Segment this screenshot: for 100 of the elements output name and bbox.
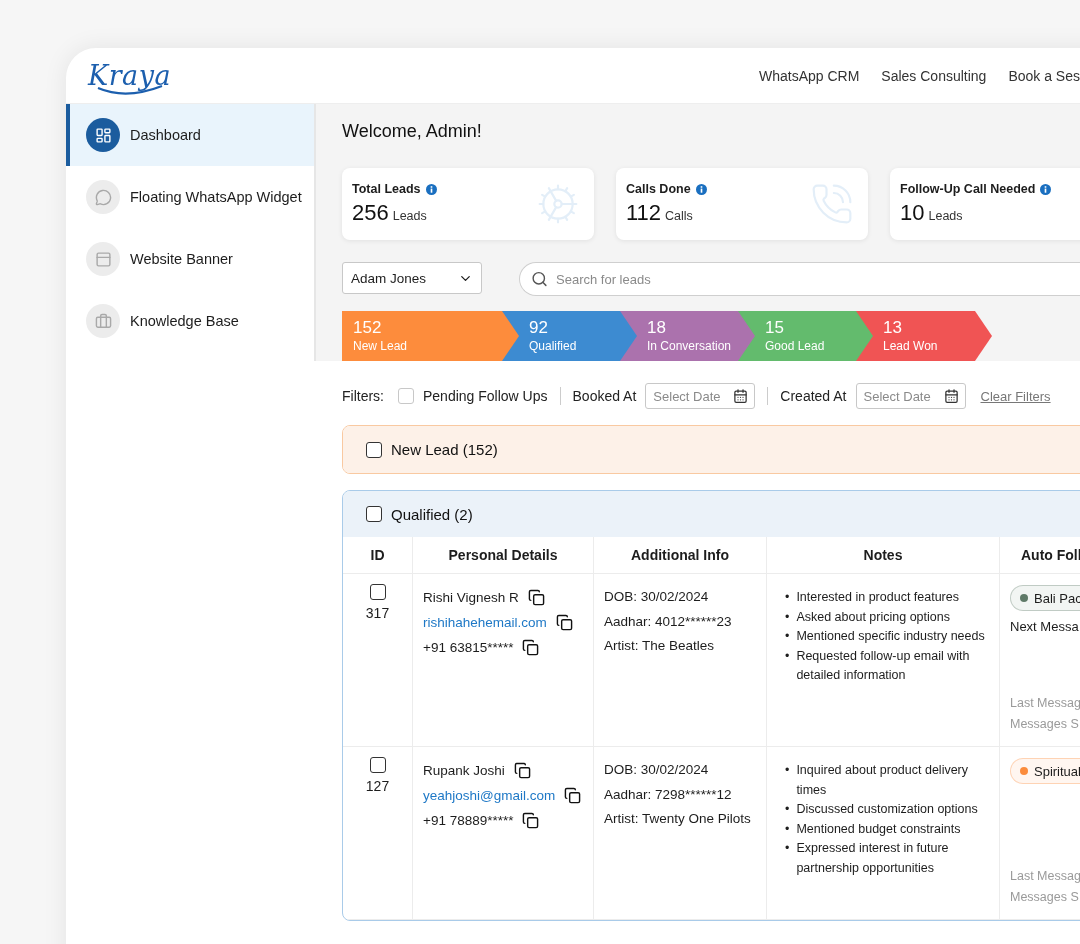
messages-sent-text: Messages S bbox=[1010, 716, 1080, 733]
bullet-mark: • bbox=[785, 820, 790, 838]
filter-label: Pending Follow Ups bbox=[423, 388, 548, 404]
chat-bubble-icon bbox=[94, 188, 112, 206]
phone-icon bbox=[810, 182, 854, 226]
dashboard-icon bbox=[94, 126, 112, 144]
copy-icon[interactable] bbox=[522, 639, 540, 656]
search-field[interactable]: Search for leads bbox=[519, 262, 1080, 296]
copy-icon[interactable] bbox=[513, 762, 531, 779]
phone-number: +91 63815***** bbox=[423, 640, 514, 655]
brand-logo[interactable]: Kraya bbox=[86, 53, 174, 98]
lead-name: Rishi Vignesh R bbox=[423, 590, 519, 605]
stage-label: New Lead bbox=[353, 339, 409, 353]
lead-name: Rupank Joshi bbox=[423, 763, 505, 778]
stat-title: Total Leads bbox=[352, 182, 421, 196]
stat-value: 256 bbox=[352, 200, 389, 226]
sidebar-label: Website Banner bbox=[130, 251, 233, 267]
note-item: Mentioned budget constraints bbox=[796, 820, 961, 838]
stage-label: Good Lead bbox=[765, 339, 826, 353]
date-field[interactable]: Select Date bbox=[645, 383, 756, 409]
copy-icon[interactable] bbox=[555, 614, 573, 631]
info-icon bbox=[695, 183, 707, 195]
stat-title: Follow-Up Call Needed bbox=[900, 182, 1036, 196]
info-text: Aadhar: 7298******12 bbox=[604, 785, 733, 804]
stat-title: Calls Done bbox=[626, 182, 691, 196]
sidebar-label: Knowledge Base bbox=[130, 313, 239, 329]
copy-icon[interactable] bbox=[564, 787, 582, 804]
note-item: Inquired about product delivery times bbox=[796, 762, 970, 799]
calendar-icon bbox=[943, 388, 959, 404]
stage-count: 18 bbox=[647, 318, 667, 338]
note-item: Mentioned specific industry needs bbox=[796, 628, 985, 645]
stage-count: 92 bbox=[529, 318, 549, 338]
column-header: Notes bbox=[767, 537, 1000, 574]
filter-label: Booked At bbox=[572, 388, 637, 404]
group-title: New Lead (152) bbox=[391, 441, 498, 458]
clear-filters-link[interactable]: Clear Filters bbox=[980, 388, 1051, 404]
nav-link[interactable]: Book a Ses bbox=[1008, 67, 1080, 84]
gear-icon bbox=[536, 182, 580, 226]
banner-icon bbox=[94, 250, 112, 268]
note-item: Expressed interest in future partnership opportunities bbox=[796, 840, 950, 877]
filters-label: Filters: bbox=[342, 388, 384, 404]
stat-unit: Leads bbox=[928, 209, 963, 223]
info-text: Aadhar: 4012******23 bbox=[604, 612, 733, 631]
email-link[interactable]: yeahjoshi@gmail.com bbox=[423, 788, 556, 803]
last-message-text: Last Messag bbox=[1010, 868, 1080, 885]
lead-id: 317 bbox=[365, 605, 390, 621]
funnel-stage[interactable]: 92 Qualified bbox=[502, 311, 620, 361]
info-text: DOB: 30/02/2024 bbox=[604, 588, 710, 606]
group-title: Qualified (2) bbox=[391, 505, 473, 523]
lead-id: 127 bbox=[365, 778, 390, 794]
next-message-text: Next Messa bbox=[1010, 619, 1080, 634]
note-item: Requested follow-up email with detailed information bbox=[796, 647, 971, 684]
group-header[interactable]: Qualified (2) bbox=[343, 491, 1080, 537]
checkbox[interactable] bbox=[366, 441, 382, 458]
copy-icon[interactable] bbox=[527, 589, 545, 606]
stage-count: 13 bbox=[883, 318, 903, 338]
funnel-stage[interactable]: 18 In Conversation bbox=[620, 311, 738, 361]
column-header: Personal Details bbox=[413, 537, 594, 574]
calendar-icon bbox=[733, 388, 749, 404]
date-field[interactable]: Select Date bbox=[855, 383, 966, 409]
filter-label: Created At bbox=[780, 388, 847, 404]
phone-number: +91 78889***** bbox=[423, 813, 514, 828]
note-item: Interested in product features bbox=[796, 589, 959, 606]
note-item: Asked about pricing options bbox=[796, 608, 950, 626]
bullet-mark: • bbox=[785, 840, 790, 857]
copy-icon[interactable] bbox=[522, 812, 540, 829]
email-link[interactable]: rishihahehemail.com bbox=[423, 615, 547, 630]
bullet-mark: • bbox=[785, 608, 790, 626]
bullet-mark: • bbox=[785, 647, 790, 665]
stat-value: 112 bbox=[626, 200, 662, 226]
checkbox[interactable] bbox=[369, 584, 386, 600]
info-icon bbox=[1040, 183, 1052, 195]
info-icon bbox=[425, 183, 437, 195]
bullet-mark: • bbox=[785, 589, 790, 606]
column-header: Additional Info bbox=[594, 537, 767, 574]
info-text: Artist: The Beatles bbox=[604, 637, 716, 655]
stage-count: 152 bbox=[353, 318, 383, 338]
checkbox[interactable] bbox=[366, 506, 382, 522]
nav-link[interactable]: WhatsApp CRM bbox=[758, 67, 860, 84]
last-message-text: Last Messag bbox=[1010, 695, 1080, 712]
bullet-mark: • bbox=[785, 628, 790, 645]
bullet-mark: • bbox=[785, 801, 790, 818]
stat-unit: Calls bbox=[665, 209, 693, 223]
sidebar-label: Floating WhatsApp Widget bbox=[130, 189, 302, 205]
stage-count: 15 bbox=[765, 318, 785, 338]
stage-label: In Conversation bbox=[647, 339, 733, 353]
stage-label: Lead Won bbox=[883, 339, 939, 353]
info-text: Artist: Twenty One Pilots bbox=[604, 810, 752, 828]
column-header: ID bbox=[343, 537, 413, 574]
agent-select[interactable]: Adam Jones bbox=[342, 262, 482, 294]
nav-link[interactable]: Sales Consulting bbox=[881, 67, 987, 84]
bullet-mark: • bbox=[785, 762, 790, 779]
search-icon bbox=[531, 270, 548, 288]
checkbox[interactable] bbox=[369, 757, 386, 773]
group-header[interactable]: New Lead (152) bbox=[343, 426, 1080, 473]
sidebar-item[interactable]: Dashboard bbox=[66, 104, 314, 166]
stat-unit: Leads bbox=[392, 209, 427, 223]
stage-label: Qualified bbox=[529, 339, 578, 353]
sequence-tag: Spiritual bbox=[1010, 758, 1080, 784]
note-item: Discussed customization options bbox=[796, 801, 978, 818]
